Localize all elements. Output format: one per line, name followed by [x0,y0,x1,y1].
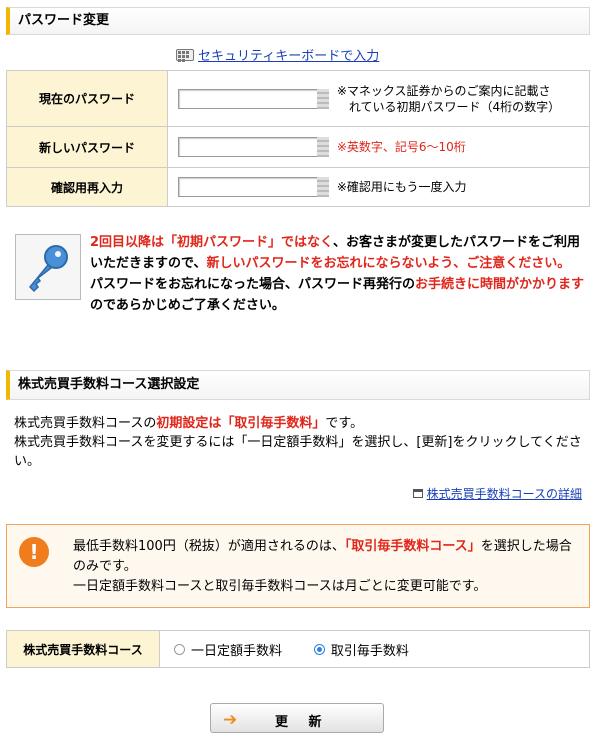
arrow-right-icon: ➔ [223,710,238,730]
confirm-password-input[interactable] [178,177,317,197]
notice-text: 最低手数料100円（税抜）が適用されるのは、「取引毎手数料コース」を選択した場合… [73,539,572,594]
security-keyboard-label[interactable]: セキュリティキーボードで入力 [198,45,379,64]
fee-course-detail-label[interactable]: 株式売買手数料コースの詳細 [427,485,582,502]
update-button-label[interactable]: 更 新 [275,711,330,730]
keyboard-icon [176,48,194,62]
update-button[interactable]: ➔ 更 新 [210,703,384,733]
current-password-label: 現在のパスワード [6,70,168,127]
option-daily-flat-label[interactable]: 一日定額手数料 [191,640,282,659]
fee-course-table: 株式売買手数料コース 一日定額手数料 取引毎手数料 [6,630,590,668]
fee-section-header: 株式売買手数料コース選択設定 [6,370,590,400]
new-password-keypad-handle[interactable] [317,137,329,157]
confirm-password-keypad-handle[interactable] [317,177,329,197]
confirm-password-note: ※確認用にもう一度入力 [336,180,467,194]
password-section-header: パスワード変更 [6,7,590,35]
min-fee-notice: ! 最低手数料100円（税抜）が適用されるのは、「取引毎手数料コース」を選択した… [6,524,590,608]
security-keyboard-link[interactable]: セキュリティキーボードで入力 [176,45,379,64]
current-password-keypad-handle[interactable] [317,88,329,109]
password-form-table: 現在のパスワード ※マネックス証券からのご案内に記載さ れている初期パスワード（4… [6,70,590,207]
new-password-input[interactable] [178,137,317,157]
password-warning-text: 2回目以降は「初期パスワード」ではなく、お客さまが変更したパスワードをご利用いた… [90,235,585,313]
current-password-note: ※マネックス証券からのご案内に記載さ れている初期パスワード（4桁の数字） [336,83,561,114]
current-password-input[interactable] [178,88,317,109]
radio-per-trade[interactable] [313,643,325,655]
option-per-trade-label[interactable]: 取引毎手数料 [331,640,409,659]
new-password-note: ※英数字、記号6〜10桁 [336,140,466,154]
exclamation-icon: ! [19,537,49,567]
confirm-password-label: 確認用再入力 [6,167,168,207]
fee-description: 株式売買手数料コースの初期設定は「取引毎手数料」です。 株式売買手数料コースを変… [14,416,582,469]
popup-window-icon [412,489,423,498]
key-icon [15,234,81,300]
new-password-label: 新しいパスワード [6,126,168,168]
radio-daily-flat[interactable] [174,643,185,655]
fee-course-label: 株式売買手数料コース [6,630,160,668]
fee-course-detail-link[interactable]: 株式売買手数料コースの詳細 [412,485,582,502]
